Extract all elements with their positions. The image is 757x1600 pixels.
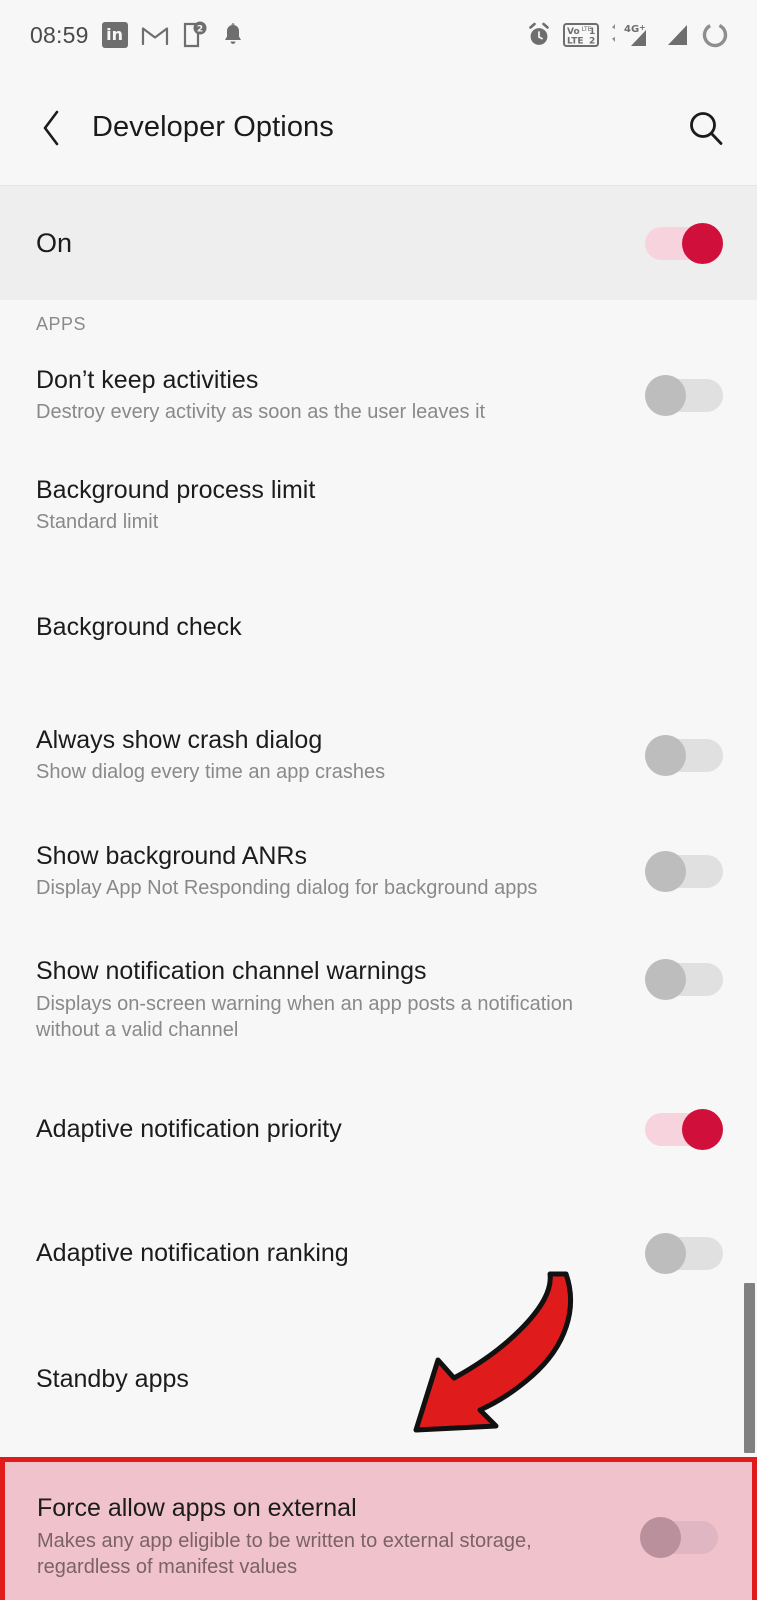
red-highlight-box: Force allow apps on external Makes any a… (0, 1457, 757, 1600)
gmail-icon (141, 24, 169, 46)
alarm-clock-icon (526, 22, 552, 48)
row-text: Background check (36, 612, 723, 643)
status-bar-left: 08:59 in 2 (30, 21, 245, 49)
toggle-thumb (645, 1233, 686, 1274)
list-item-title: Background check (36, 612, 242, 641)
toggle-dont-keep-activities[interactable] (645, 375, 723, 416)
toggle-thumb (645, 735, 686, 776)
list-item-force-allow-apps-on-external[interactable]: Force allow apps on external Makes any a… (0, 1457, 757, 1600)
back-chevron-icon (43, 110, 59, 145)
list-item-title: Show background ANRs (36, 841, 307, 870)
toggle-thumb (645, 375, 686, 416)
list-item-background-process-limit[interactable]: Background process limit Standard limit (0, 459, 757, 551)
row-text: Standby apps (36, 1364, 723, 1395)
list-item-title: Always show crash dialog (36, 725, 323, 754)
svg-text:2: 2 (589, 37, 595, 47)
list-item-always-show-crash-dialog[interactable]: Always show crash dialog Show dialog eve… (0, 709, 757, 801)
status-bar: 08:59 in 2 Vo LTE 1 LTE 2 4G + (0, 0, 757, 70)
notification-badge-icon: 2 (182, 21, 208, 49)
battery-ring-icon (701, 21, 729, 49)
toggle-thumb (645, 959, 686, 1000)
svg-text:+: + (639, 23, 646, 32)
signal-bars-icon (663, 22, 690, 48)
svg-text:2: 2 (196, 25, 202, 35)
toggle-thumb (682, 223, 723, 264)
volte-dual-sim-icon: Vo LTE 1 LTE 2 (563, 22, 599, 48)
list-item-subtitle: Standard limit (36, 511, 159, 534)
list-item-title: Force allow apps on external (37, 1494, 357, 1523)
settings-list: APPS Don’t keep activities Destroy every… (0, 300, 757, 1600)
app-bar: Developer Options (0, 70, 757, 185)
list-item-background-check[interactable]: Background check (0, 591, 757, 663)
toggle-thumb (640, 1517, 681, 1558)
svg-text:LTE: LTE (567, 37, 584, 47)
row-text: Force allow apps on external Makes any a… (37, 1493, 640, 1580)
list-item-subtitle: Displays on-screen warning when an app p… (36, 992, 573, 1042)
list-item-title: Background process limit (36, 475, 316, 504)
row-text: Don’t keep activities Destroy every acti… (36, 365, 645, 426)
list-item-title: Adaptive notification ranking (36, 1238, 349, 1267)
list-item-title: Don’t keep activities (36, 365, 259, 394)
master-switch-toggle[interactable] (645, 223, 723, 264)
phone-screen: 08:59 in 2 Vo LTE 1 LTE 2 4G + Developer… (0, 0, 757, 1600)
row-text: Always show crash dialog Show dialog eve… (36, 725, 645, 786)
list-item-subtitle: Destroy every activity as soon as the us… (36, 401, 486, 424)
row-text: Background process limit Standard limit (36, 475, 723, 536)
toggle-force-allow-apps-on-external[interactable] (640, 1517, 718, 1558)
svg-text:1: 1 (589, 27, 595, 37)
back-button[interactable] (30, 106, 74, 150)
list-item-title: Adaptive notification priority (36, 1114, 342, 1143)
list-item-adaptive-notification-ranking[interactable]: Adaptive notification ranking (0, 1217, 757, 1289)
developer-options-master-row[interactable]: On (0, 185, 757, 300)
list-item-dont-keep-activities[interactable]: Don’t keep activities Destroy every acti… (0, 349, 757, 441)
toggle-adaptive-notification-priority[interactable] (645, 1109, 723, 1150)
row-text: Show background ANRs Display App Not Res… (36, 841, 645, 902)
toggle-always-show-crash-dialog[interactable] (645, 735, 723, 776)
svg-text:4G: 4G (624, 24, 639, 35)
list-item-title: Show notification channel warnings (36, 957, 427, 986)
page-title: Developer Options (92, 111, 334, 143)
list-item-subtitle: Display App Not Responding dialog for ba… (36, 877, 538, 900)
toggle-thumb (682, 1109, 723, 1150)
list-item-standby-apps[interactable]: Standby apps (0, 1343, 757, 1415)
list-item-show-notification-channel-warnings[interactable]: Show notification channel warnings Displ… (0, 941, 757, 1059)
list-item-subtitle: Show dialog every time an app crashes (36, 761, 386, 784)
row-text: Adaptive notification priority (36, 1114, 645, 1145)
search-button[interactable] (683, 105, 729, 151)
list-item-adaptive-notification-priority[interactable]: Adaptive notification priority (0, 1093, 757, 1165)
status-bar-right: Vo LTE 1 LTE 2 4G + (526, 21, 729, 49)
bell-icon (221, 22, 245, 49)
row-text: Adaptive notification ranking (36, 1238, 645, 1269)
toggle-thumb (645, 851, 686, 892)
row-text: Show notification channel warnings Displ… (36, 956, 645, 1043)
vertical-scrollbar[interactable] (744, 1283, 755, 1453)
linkedin-icon: in (101, 22, 128, 48)
search-icon (690, 111, 723, 145)
master-switch-label: On (36, 227, 73, 258)
signal-4g-plus-icon: 4G + (610, 22, 652, 49)
svg-text:Vo: Vo (567, 27, 580, 37)
section-header-apps: APPS (36, 314, 87, 334)
toggle-adaptive-notification-ranking[interactable] (645, 1233, 723, 1274)
list-item-show-background-anrs[interactable]: Show background ANRs Display App Not Res… (0, 825, 757, 917)
toggle-show-background-anrs[interactable] (645, 851, 723, 892)
list-item-title: Standby apps (36, 1364, 189, 1393)
list-item-subtitle: Makes any app eligible to be written to … (37, 1529, 532, 1579)
status-clock: 08:59 (30, 21, 89, 48)
toggle-show-notification-channel-warnings[interactable] (645, 959, 723, 1000)
